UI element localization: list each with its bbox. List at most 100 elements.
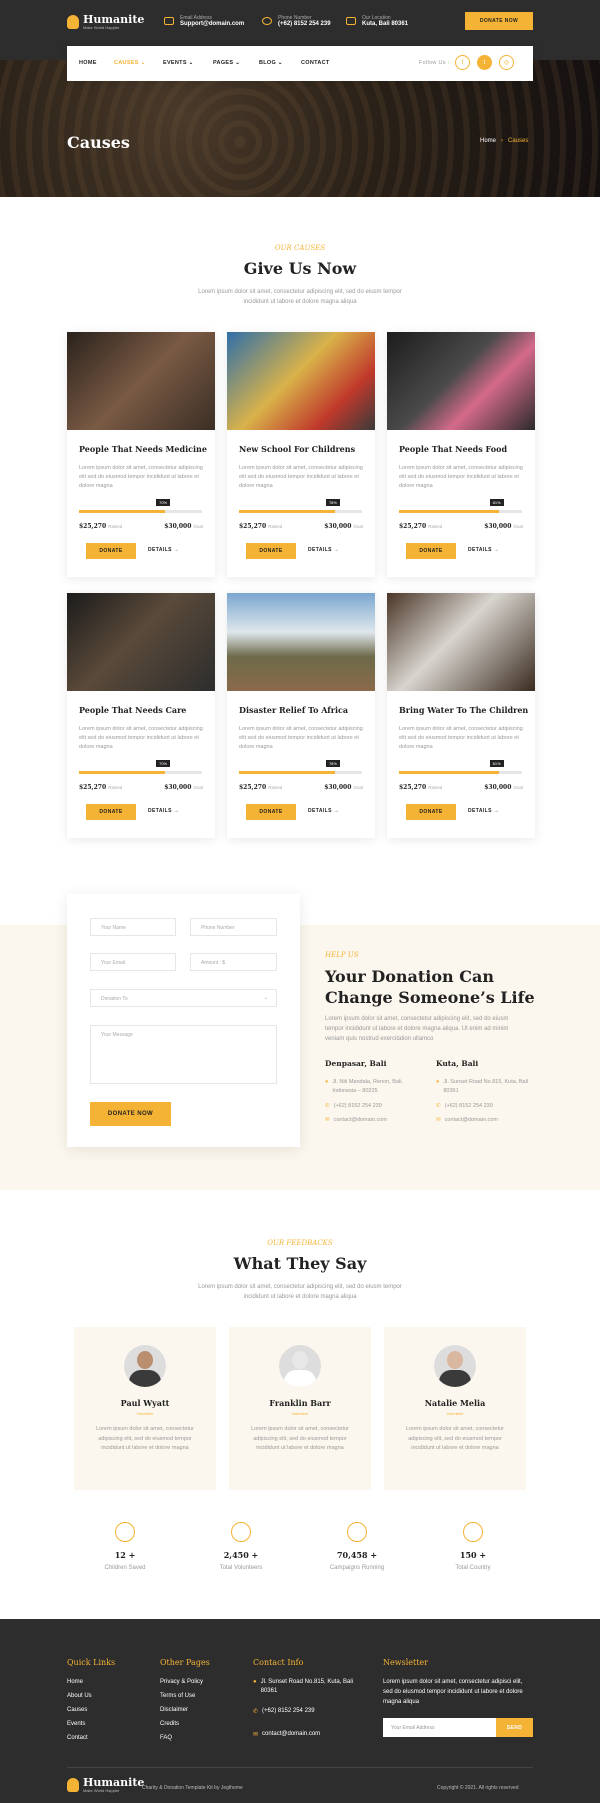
cause-title[interactable]: Bring Water To The Children: [399, 705, 528, 715]
phone-field[interactable]: Phone Number: [190, 918, 277, 936]
donate-button[interactable]: DONATE: [86, 543, 136, 559]
testimonial-card: Natalie Melia Volunteer Lorem ipsum dolor …: [384, 1327, 526, 1490]
progress-percent: 78%: [325, 499, 340, 506]
office-1-email-text[interactable]: contact@domain.com: [334, 1117, 387, 1123]
name-field[interactable]: Your Name: [90, 918, 176, 936]
footer-email: ✉ contact@domain.com: [253, 1731, 320, 1738]
footer-credit: Charity & Donation Template Kit by Jegth…: [142, 1785, 243, 1791]
raised-label: Raised: [268, 785, 283, 790]
facebook-icon[interactable]: f: [455, 55, 470, 70]
nav-events[interactable]: EVENTS ⌄: [163, 60, 194, 66]
testimonial-role: Volunteer: [291, 1411, 309, 1416]
instagram-icon[interactable]: ◎: [499, 55, 514, 70]
donation-to-select[interactable]: Donation To ⌄: [90, 989, 277, 1007]
donate-now-button[interactable]: DONATE NOW: [465, 12, 533, 30]
avatar: [434, 1345, 476, 1387]
office-2-phone-text[interactable]: (+62) 8152 254 239: [445, 1103, 493, 1109]
breadcrumb-home[interactable]: Home: [480, 138, 496, 144]
logo[interactable]: Humanite Make World Happier: [67, 14, 144, 30]
footer-link[interactable]: Events: [67, 1721, 85, 1727]
donate-submit-button[interactable]: DONATE NOW: [90, 1102, 171, 1126]
progress-bar: [239, 510, 362, 513]
donate-button[interactable]: DONATE: [86, 804, 136, 820]
phone-info: Phone Number (+62) 8152 254 239: [262, 15, 331, 27]
email-field[interactable]: Your Email: [90, 953, 176, 971]
details-link[interactable]: DETAILS →: [148, 808, 179, 814]
office-1-email: ✉ contact@domain.com: [325, 1117, 387, 1123]
cause-title[interactable]: New School For Childrens: [239, 444, 355, 454]
amount-field[interactable]: Amount : $: [190, 953, 277, 971]
chevron-down-icon: ⌄: [140, 60, 146, 66]
goal-value: $30,000: [164, 784, 192, 791]
details-link[interactable]: DETAILS →: [468, 808, 499, 814]
office-2-address: ● Jl. Sunset Road No.815, Kuta, Bali 8036…: [436, 1078, 536, 1096]
avatar-body: [129, 1370, 161, 1387]
footer-link[interactable]: Credits: [160, 1721, 179, 1727]
raised-value: $25,270: [399, 784, 427, 791]
details-link[interactable]: DETAILS →: [308, 808, 339, 814]
donation-title-line-1: Your Donation Can: [325, 967, 494, 986]
main-nav: HOME CAUSES ⌄ EVENTS ⌄ PAGES ⌄ BLOG ⌄ CO…: [67, 46, 533, 81]
footer-link[interactable]: Disclaimer: [160, 1707, 188, 1713]
footer-link[interactable]: Causes: [67, 1707, 87, 1713]
office-2-phone: ✆ (+62) 8152 254 239: [436, 1103, 493, 1109]
footer-link[interactable]: Terms of Use: [160, 1693, 195, 1699]
progress-bar: [399, 510, 522, 513]
donation-to-value: Donation To: [101, 996, 128, 1002]
footer-link[interactable]: Contact: [67, 1735, 88, 1741]
raised-label: Raised: [428, 785, 443, 790]
breadcrumb: Home › Causes: [480, 138, 528, 144]
raised-amount: $25,270 Raised: [239, 784, 282, 791]
newsletter-send-button[interactable]: SEND: [496, 1718, 533, 1737]
message-field[interactable]: Your Message: [90, 1025, 277, 1084]
twitter-icon[interactable]: t: [477, 55, 492, 70]
nav-contact[interactable]: CONTACT: [301, 60, 330, 66]
location-info: Our Location Kuta, Bali 80361: [346, 15, 408, 27]
stat-label: Total Country: [455, 1565, 491, 1571]
footer-link[interactable]: Privacy & Policy: [160, 1679, 203, 1685]
nav-pages[interactable]: PAGES ⌄: [213, 60, 240, 66]
home-icon: [346, 17, 356, 25]
feedback-kicker: OUR FEEDBACKS: [267, 1239, 333, 1247]
footer-phone-text[interactable]: (+62) 8152 254 239: [262, 1708, 315, 1715]
nav-causes[interactable]: CAUSES ⌄: [114, 60, 145, 66]
stat-value: 150 +: [459, 1550, 487, 1560]
causes-lead-1: Lorem ipsum dolor sit amet, consectetur …: [198, 289, 402, 295]
details-link[interactable]: DETAILS →: [308, 547, 339, 553]
cause-text: Lorem ipsum dolor sit amet, consectetur …: [399, 726, 523, 750]
footer-link[interactable]: About Us: [67, 1693, 92, 1699]
phone-value[interactable]: (+62) 8152 254 239: [278, 21, 331, 27]
phone-icon: ✆: [253, 1709, 259, 1715]
details-link[interactable]: DETAILS →: [148, 547, 179, 553]
donate-button[interactable]: DONATE: [406, 804, 456, 820]
cause-title[interactable]: Disaster Relief To Africa: [239, 705, 348, 715]
donate-button[interactable]: DONATE: [406, 543, 456, 559]
office-2-email-text[interactable]: contact@domain.com: [445, 1117, 498, 1123]
newsletter-email-input[interactable]: Your Email Address: [383, 1718, 496, 1737]
progress-bar: [79, 771, 202, 774]
cause-text: Lorem ipsum dolor sit amet, consectetur …: [79, 465, 203, 489]
donation-text: Lorem ipsum dolor sit amet, consectetur …: [325, 1016, 509, 1042]
quick-links-title: Quick Links: [67, 1658, 116, 1667]
donate-button[interactable]: DONATE: [246, 543, 296, 559]
footer-email-text[interactable]: contact@domain.com: [262, 1731, 320, 1738]
office-2-email: ✉ contact@domain.com: [436, 1117, 498, 1123]
cause-title[interactable]: People That Needs Care: [79, 705, 186, 715]
email-value[interactable]: Support@domain.com: [180, 21, 244, 27]
footer-link[interactable]: FAQ: [160, 1735, 172, 1741]
footer-logo[interactable]: Humanite Make World Happier: [67, 1777, 144, 1793]
donation-title-line-2: Change Someone’s Life: [325, 988, 535, 1007]
goal-value: $30,000: [324, 523, 352, 530]
cause-title[interactable]: People That Needs Food: [399, 444, 507, 454]
nav-home[interactable]: HOME: [79, 60, 97, 66]
donation-form: Your Name Phone Number Your Email Amount…: [67, 894, 300, 1147]
donate-button[interactable]: DONATE: [246, 804, 296, 820]
footer-link[interactable]: Home: [67, 1679, 83, 1685]
chevron-down-icon: ⌄: [263, 995, 268, 1001]
cause-title[interactable]: People That Needs Medicine: [79, 444, 207, 454]
office-1-phone-text[interactable]: (+62) 8152 254 239: [334, 1103, 382, 1109]
nav-blog[interactable]: BLOG ⌄: [259, 60, 283, 66]
cause-image: [67, 593, 215, 691]
details-link[interactable]: DETAILS →: [468, 547, 499, 553]
feedback-lead-1: Lorem ipsum dolor sit amet, consectetur …: [198, 1284, 402, 1290]
